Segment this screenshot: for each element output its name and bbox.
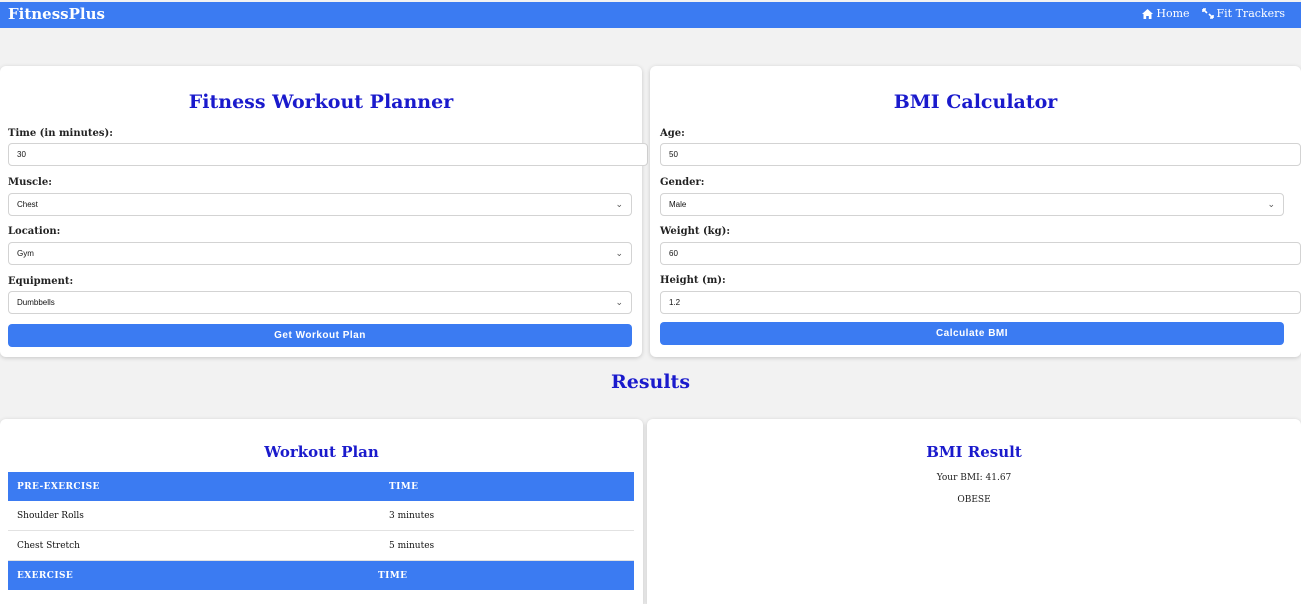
bmi-value-text: Your BMI: 41.67 <box>936 473 1012 483</box>
nav-links: Home Fit Trackers <box>1142 7 1285 20</box>
nav-home-label: Home <box>1156 7 1190 20</box>
location-label: Location: <box>8 226 61 237</box>
weight-label: Weight (kg): <box>660 226 731 237</box>
nav-fit-trackers-label: Fit Trackers <box>1216 7 1285 20</box>
results-heading: Results <box>610 371 691 393</box>
table-row: Shoulder Rolls 3 minutes <box>8 501 634 531</box>
chevron-down-icon: ⌄ <box>615 248 623 258</box>
exercise-name: Shoulder Rolls <box>17 510 84 521</box>
equipment-value: Dumbbells <box>17 298 55 307</box>
muscle-select[interactable]: Chest ⌄ <box>8 193 632 216</box>
weight-input[interactable]: 60 <box>660 242 1301 265</box>
bmi-category: OBESE <box>957 495 991 505</box>
chevron-down-icon: ⌄ <box>615 297 623 307</box>
exercise-header-row: EXERCISE TIME <box>8 561 634 590</box>
exercise-name: Chest Stretch <box>17 540 80 551</box>
exercise-time: 3 minutes <box>389 510 435 521</box>
pre-exercise-header: PRE-EXERCISE <box>17 481 100 492</box>
age-input[interactable]: 50 <box>660 143 1301 166</box>
chevron-down-icon: ⌄ <box>1267 199 1275 209</box>
brand-logo[interactable]: FitnessPlus <box>8 5 105 23</box>
exercise-header: EXERCISE <box>17 570 74 581</box>
nav-fit-trackers-link[interactable]: Fit Trackers <box>1201 7 1285 20</box>
age-label: Age: <box>660 128 685 139</box>
planner-title: Fitness Workout Planner <box>188 91 454 113</box>
nav-home-link[interactable]: Home <box>1142 7 1190 20</box>
equipment-label: Equipment: <box>8 276 74 287</box>
workout-planner-card: Fitness Workout Planner Time (in minutes… <box>0 66 648 357</box>
muscle-value: Chest <box>17 200 38 209</box>
gender-value: Male <box>669 200 687 209</box>
expand-icon <box>1201 8 1214 19</box>
workout-plan-table: PRE-EXERCISE TIME Shoulder Rolls 3 minut… <box>8 472 634 590</box>
exercise-time: 5 minutes <box>389 540 435 551</box>
equipment-select[interactable]: Dumbbells ⌄ <box>8 291 632 314</box>
location-select[interactable]: Gym ⌄ <box>8 242 632 265</box>
time-label: Time (in minutes): <box>8 128 113 139</box>
bmi-result-title: BMI Result <box>926 443 1022 461</box>
home-icon <box>1142 8 1154 19</box>
gender-select[interactable]: Male ⌄ <box>660 193 1284 216</box>
pre-exercise-header-row: PRE-EXERCISE TIME <box>8 472 634 501</box>
height-label: Height (m): <box>660 275 726 286</box>
height-input[interactable]: 1.2 <box>660 291 1301 314</box>
top-nav-bar: FitnessPlus Home Fit Trackers <box>0 2 1301 28</box>
gender-label: Gender: <box>660 177 705 188</box>
bmi-result-card: BMI Result Your BMI: 41.67 OBESE <box>647 419 1301 604</box>
calculate-bmi-button[interactable]: Calculate BMI <box>660 322 1284 345</box>
table-row: Chest Stretch 5 minutes <box>8 531 634 561</box>
bmi-calculator-card: BMI Calculator Age: 50 Gender: Male ⌄ We… <box>650 66 1301 357</box>
time-header: TIME <box>389 481 419 492</box>
time-header: TIME <box>378 570 408 581</box>
chevron-down-icon: ⌄ <box>615 199 623 209</box>
bmi-title: BMI Calculator <box>893 91 1058 113</box>
time-input[interactable]: 30 <box>8 143 648 166</box>
workout-plan-title: Workout Plan <box>264 443 379 461</box>
muscle-label: Muscle: <box>8 177 52 188</box>
location-value: Gym <box>17 249 34 258</box>
get-workout-plan-button[interactable]: Get Workout Plan <box>8 324 632 347</box>
